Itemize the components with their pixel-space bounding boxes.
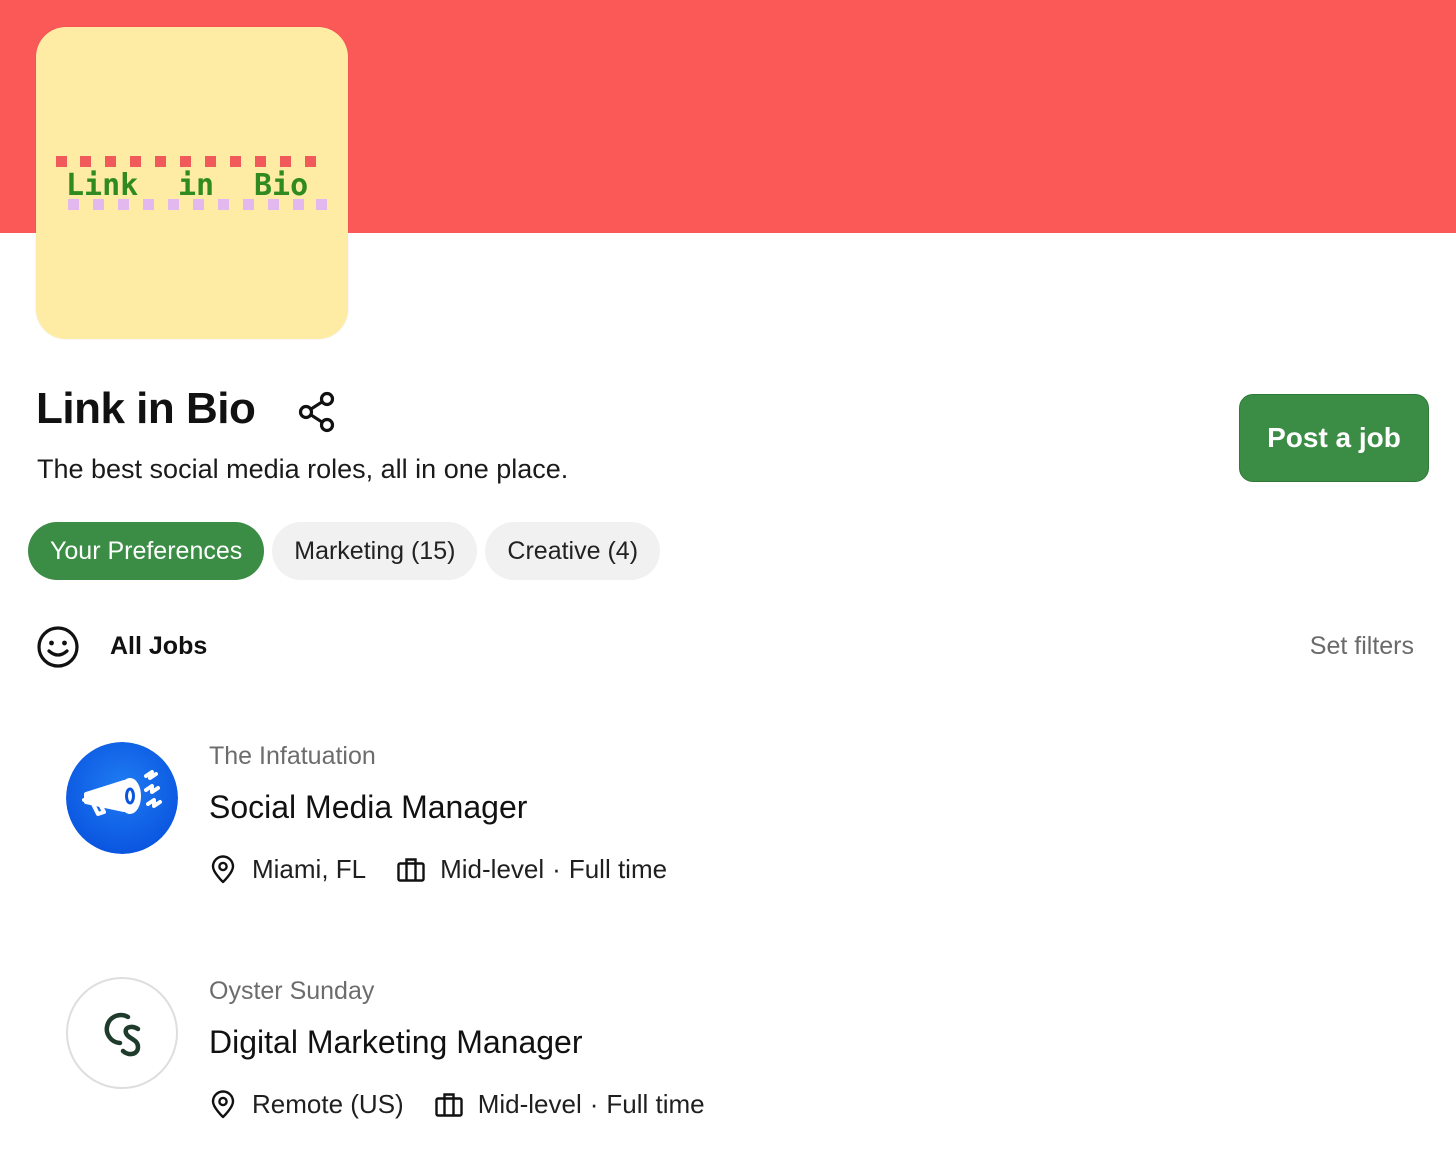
briefcase-icon	[435, 1092, 463, 1117]
os-monogram-icon	[104, 1012, 141, 1057]
job-location: Remote (US)	[252, 1089, 404, 1119]
job-level: Mid-level	[477, 1089, 582, 1119]
job-type: Full time	[568, 854, 668, 884]
tab-creative[interactable]: Creative (4)	[485, 522, 661, 580]
tab-marketing[interactable]: Marketing (15)	[272, 522, 478, 580]
all-jobs-label: All Jobs	[110, 632, 208, 660]
page-title: Link in Bio	[36, 384, 256, 433]
post-job-button[interactable]: Post a job	[1239, 394, 1429, 482]
set-filters-link[interactable]: Set filters	[1310, 632, 1414, 661]
smile-icon	[37, 626, 79, 668]
location-pin-icon	[211, 1089, 235, 1118]
company-logo	[66, 742, 178, 854]
svg-text:Link: Link	[66, 168, 138, 203]
tab-your-preferences[interactable]: Your Preferences	[28, 522, 265, 580]
job-listing[interactable]: The Infatuation Social Media Manager Mia…	[0, 742, 1456, 942]
briefcase-icon	[397, 857, 425, 882]
svg-text:Bio: Bio	[254, 168, 308, 203]
company-logo	[66, 977, 178, 1089]
job-type: Full time	[606, 1089, 705, 1119]
company-name: The Infatuation	[209, 742, 376, 770]
meta-separator: ·	[552, 854, 561, 884]
job-location: Miami, FL	[252, 854, 367, 884]
job-meta: Miami, FL Mid-level · Full time	[208, 854, 667, 885]
job-meta: Remote (US) Mid-level · Full time	[208, 1089, 705, 1120]
logo-artwork: Link in Bio	[56, 156, 327, 210]
share-icon[interactable]	[296, 390, 340, 434]
location-pin-icon	[211, 854, 235, 883]
job-listing[interactable]: Oyster Sunday Digital Marketing Manager …	[0, 977, 1456, 1164]
company-name: Oyster Sunday	[209, 977, 375, 1005]
svg-text:in: in	[178, 168, 214, 203]
category-tabs: Your Preferences Marketing (15) Creative…	[28, 522, 661, 580]
megaphone-icon	[66, 742, 178, 854]
job-title: Social Media Manager	[209, 789, 528, 825]
meta-separator: ·	[589, 1089, 599, 1119]
brand-logo: Link in Bio	[36, 27, 348, 339]
page-tagline: The best social media roles, all in one …	[37, 454, 569, 484]
job-level: Mid-level	[440, 854, 545, 884]
job-title: Digital Marketing Manager	[209, 1024, 583, 1060]
